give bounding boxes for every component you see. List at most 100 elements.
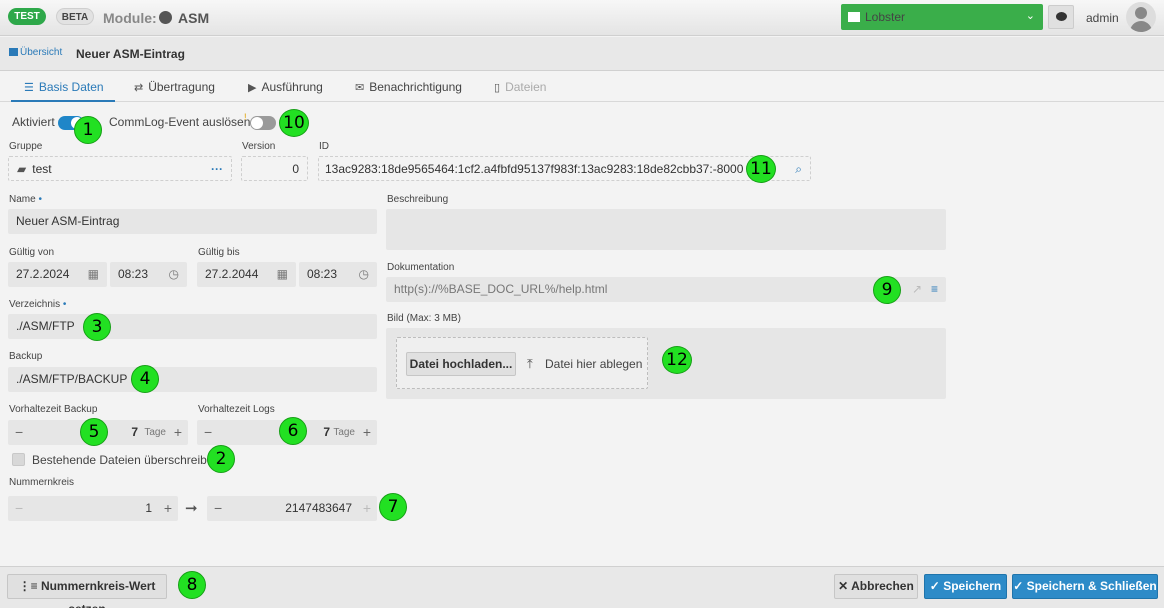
retention-backup-value: 7 — [131, 425, 138, 439]
breadcrumb: Übersicht Neuer ASM-Eintrag — [0, 37, 1164, 71]
backup-label: Backup — [9, 351, 43, 362]
retention-logs-label: Vorhaltezeit Logs — [198, 404, 275, 415]
plus-icon: + — [362, 500, 371, 516]
tab-ausfuehrung[interactable]: ▶ Ausführung — [248, 80, 323, 94]
play-icon: ▶ — [248, 82, 257, 94]
active-tab-indicator — [11, 100, 115, 102]
id-label: ID — [319, 141, 329, 152]
minus-icon[interactable]: − — [204, 420, 212, 445]
info-icon: ! — [244, 112, 247, 122]
image-label: Bild (Max: 3 MB) — [387, 313, 461, 324]
search-icon[interactable]: ⌕ — [795, 157, 802, 182]
unit-label: Tage — [333, 427, 355, 438]
active-label: Aktiviert — [12, 115, 55, 129]
marker-7: 7 — [379, 493, 407, 521]
overview-icon — [9, 48, 18, 56]
footer-bar: ⋮≡ Nummernkreis-Wert setzen ✕ Abbrechen … — [0, 566, 1164, 608]
valid-from-time-input[interactable]: 08:23 ◷ — [110, 262, 187, 287]
tab-label: Benachrichtigung — [369, 80, 462, 94]
drop-label: Datei hier ablegen — [545, 357, 643, 371]
description-textarea[interactable] — [386, 209, 946, 250]
minus-icon[interactable]: − — [214, 496, 222, 521]
set-number-button[interactable]: ⋮≡ Nummernkreis-Wert setzen — [7, 574, 167, 608]
breadcrumb-overview-label: Übersicht — [20, 47, 63, 58]
factory-icon — [848, 12, 860, 22]
valid-to-time-input[interactable]: 08:23 ◷ — [299, 262, 377, 287]
marker-3: 3 — [83, 313, 111, 341]
marker-12: 12 — [662, 346, 692, 374]
commlog-label: CommLog-Event auslösen — [109, 115, 251, 129]
plus-icon[interactable]: + — [174, 420, 182, 445]
name-input[interactable]: Neuer ASM-Eintrag — [8, 209, 377, 234]
save-button[interactable]: ✓ Speichern — [924, 574, 1007, 599]
directory-input[interactable]: ./ASM/FTP — [8, 314, 377, 339]
numbercircle-to-stepper[interactable]: − 2147483647 + — [207, 496, 377, 521]
backup-input[interactable]: ./ASM/FTP/BACKUP — [8, 367, 377, 392]
commlog-toggle[interactable] — [250, 116, 276, 130]
valid-from-time-value: 08:23 — [118, 267, 149, 281]
top-bar: TEST BETA Module: ASM Lobster ⌄ admin — [0, 0, 1164, 36]
folder-icon: ▰ — [17, 162, 27, 176]
save-close-label: Speichern & Schließen — [1026, 579, 1157, 593]
tab-label: Ausführung — [261, 80, 323, 94]
marker-10: 10 — [279, 109, 309, 137]
clock-icon[interactable]: ◷ — [359, 262, 369, 287]
version-value: 0 — [292, 162, 299, 176]
tab-benachrichtigung[interactable]: ✉ Benachrichtigung — [355, 80, 462, 94]
valid-to-date-value: 27.2.2044 — [205, 267, 259, 281]
plus-icon[interactable]: + — [164, 496, 172, 521]
unit-label: Tage — [144, 427, 166, 438]
clock-icon[interactable]: ◷ — [169, 262, 179, 287]
breadcrumb-overview-link[interactable]: Übersicht — [9, 47, 62, 58]
set-number-label: Nummernkreis-Wert setzen — [40, 579, 156, 608]
upload-icon: ⤒ — [527, 356, 533, 371]
cancel-button[interactable]: ✕ Abbrechen — [834, 574, 918, 599]
save-close-button[interactable]: ✓ Speichern & Schließen — [1012, 574, 1158, 599]
documentation-input[interactable]: http(s)://%BASE_DOC_URL%/help.html ↗ ≡ — [386, 277, 946, 302]
valid-to-date-input[interactable]: 27.2.2044 ▦ — [197, 262, 296, 287]
tab-basis-daten[interactable]: ☰ Basis Daten — [24, 80, 104, 94]
version-field: 0 — [241, 156, 308, 181]
module-label: Module: — [103, 10, 157, 26]
chevron-down-icon: ⌄ — [1025, 10, 1035, 22]
retention-backup-label: Vorhaltezeit Backup — [9, 404, 98, 415]
valid-from-date-input[interactable]: 27.2.2024 ▦ — [8, 262, 107, 287]
toggle-knob — [251, 117, 263, 129]
tab-uebertragung[interactable]: ⇄ Übertragung — [134, 80, 215, 94]
marker-5: 5 — [80, 418, 108, 446]
plus-icon[interactable]: + — [363, 420, 371, 445]
marker-4: 4 — [131, 365, 159, 393]
environment-badge-test: TEST — [8, 8, 46, 25]
tenant-select[interactable]: Lobster ⌄ — [841, 4, 1043, 30]
overwrite-label: Bestehende Dateien überschreiben — [32, 453, 221, 467]
menu-icon[interactable]: ≡ — [931, 277, 938, 302]
user-name[interactable]: admin — [1086, 11, 1119, 25]
marker-2: 2 — [207, 445, 235, 473]
avatar[interactable] — [1126, 2, 1156, 32]
save-label: Speichern — [943, 579, 1002, 593]
drop-zone[interactable]: Datei hochladen... ⤒ Datei hier ablegen — [396, 337, 648, 389]
tab-bar: ☰ Basis Daten ⇄ Übertragung ▶ Ausführung ✉ B… — [0, 72, 1164, 102]
group-value: test — [32, 162, 52, 176]
environment-badge-beta: BETA — [56, 8, 94, 25]
tab-dateien: ▯ Dateien — [494, 80, 546, 94]
group-field[interactable]: ▰ test ··· — [8, 156, 232, 181]
arrow-right-icon: ➞ — [185, 500, 198, 517]
calendar-icon[interactable]: ▦ — [277, 262, 288, 287]
version-label: Version — [242, 141, 276, 152]
chat-icon — [1056, 12, 1067, 21]
module-icon — [159, 11, 172, 24]
valid-to-label: Gültig bis — [198, 247, 240, 258]
upload-button[interactable]: Datei hochladen... — [406, 352, 516, 376]
more-icon[interactable]: ··· — [211, 157, 223, 182]
external-link-icon[interactable]: ↗ — [912, 277, 922, 302]
minus-icon[interactable]: − — [15, 420, 23, 445]
close-icon: ✕ — [838, 579, 849, 593]
tab-label: Basis Daten — [38, 80, 104, 94]
documentation-value: http(s)://%BASE_DOC_URL%/help.html — [394, 282, 608, 296]
numbercircle-from-stepper[interactable]: − 1 + — [8, 496, 178, 521]
calendar-icon[interactable]: ▦ — [88, 262, 99, 287]
overwrite-checkbox[interactable] — [12, 453, 25, 466]
chat-button[interactable] — [1048, 5, 1074, 29]
inbox-icon: ✉ — [355, 82, 365, 94]
